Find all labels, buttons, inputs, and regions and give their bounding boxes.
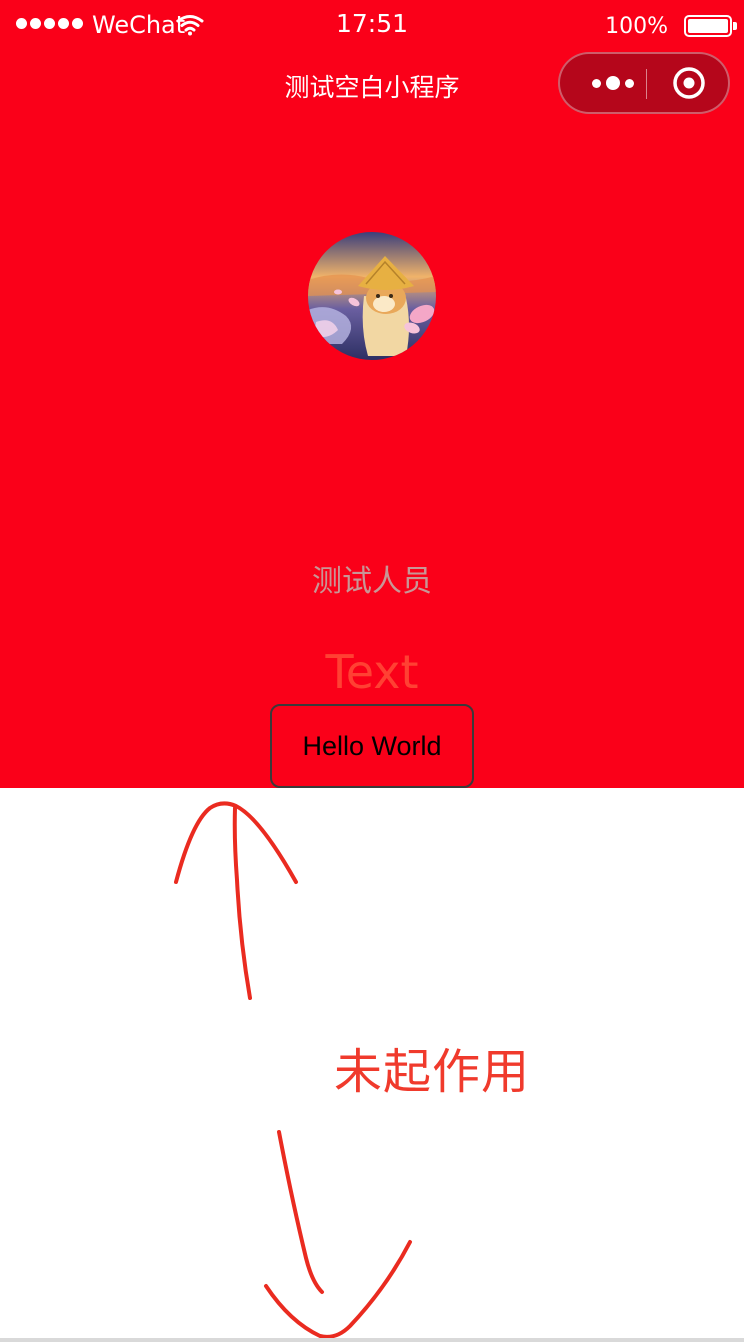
up-arrow-shaft	[232, 806, 252, 1000]
down-arrow-head	[264, 1240, 412, 1339]
bottom-divider	[0, 1338, 744, 1342]
annotation-text: 未起作用	[334, 1044, 531, 1100]
annotation-drawing	[174, 801, 412, 1339]
down-arrow-shaft	[277, 1130, 324, 1294]
